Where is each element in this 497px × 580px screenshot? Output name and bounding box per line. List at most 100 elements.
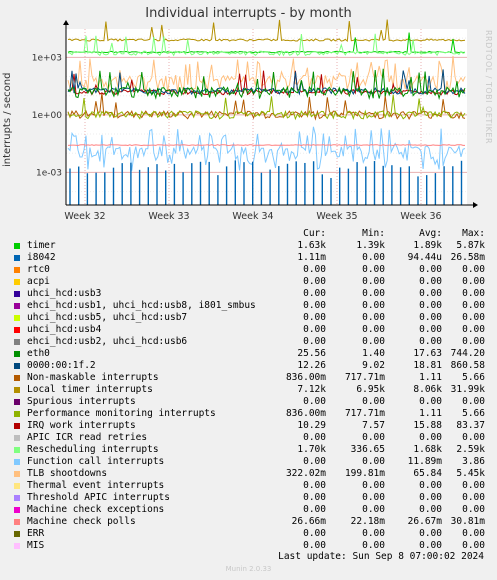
legend-min: 0.00 xyxy=(362,528,385,539)
legend-item: uhci_hcd:usb5, uhci_hcd:usb7 0.00 0.00 0.00… xyxy=(12,312,492,324)
legend-min: 0.00 xyxy=(362,504,385,515)
legend-swatch xyxy=(14,351,20,357)
legend-min: 0.00 xyxy=(362,336,385,347)
legend-cur: 0.00 xyxy=(303,276,326,287)
legend-swatch xyxy=(14,255,20,261)
legend-item: ERR 0.00 0.00 0.00 0.00 xyxy=(12,528,492,540)
legend-item: Performance monitoring interrupts 836.00m… xyxy=(12,408,492,420)
legend-min: 0.00 xyxy=(362,492,385,503)
legend-swatch xyxy=(14,291,20,297)
legend-label: timer xyxy=(27,240,56,251)
legend-item: rtc0 0.00 0.00 0.00 0.00 xyxy=(12,264,492,276)
legend-swatch xyxy=(14,435,20,441)
legend-label: ERR xyxy=(27,528,45,539)
legend-cur: 0.00 xyxy=(303,264,326,275)
legend-max: 31.99k xyxy=(450,384,485,395)
legend-min: 7.57 xyxy=(362,420,385,431)
legend-label: Function call interrupts xyxy=(27,456,165,467)
legend-cur: 1.11m xyxy=(297,252,326,263)
legend-item: 0000:00:1f.2 12.26 9.02 18.81 860.58 xyxy=(12,360,492,372)
legend-label: Rescheduling interrupts xyxy=(27,444,159,455)
legend-label: Non-maskable interrupts xyxy=(27,372,159,383)
legend-max: 0.00 xyxy=(462,324,485,335)
legend-swatch xyxy=(14,519,20,525)
legend-cur: 0.00 xyxy=(303,288,326,299)
legend-label: Threshold APIC interrupts xyxy=(27,492,170,503)
legend-swatch xyxy=(14,279,20,285)
x-axis-arrow xyxy=(473,202,478,208)
legend-swatch xyxy=(14,267,20,273)
legend-label: IRQ work interrupts xyxy=(27,420,136,431)
legend-label: i8042 xyxy=(27,252,56,263)
legend-max: 0.00 xyxy=(462,504,485,515)
legend-cur: 1.63k xyxy=(297,240,326,251)
legend-label: acpi xyxy=(27,276,50,287)
legend-max: 0.00 xyxy=(462,492,485,503)
last-update: Last update: Sun Sep 8 07:00:02 2024 xyxy=(278,551,484,562)
legend-cur: 0.00 xyxy=(303,456,326,467)
legend-max: 0.00 xyxy=(462,288,485,299)
legend-label: Performance monitoring interrupts xyxy=(27,408,216,419)
legend-item: Local timer interrupts 7.12k 6.95k 8.06k 31.… xyxy=(12,384,492,396)
x-tick-label: Week 34 xyxy=(232,211,273,222)
legend-max: 5.66 xyxy=(462,408,485,419)
legend-max: 30.81m xyxy=(450,516,485,527)
legend-cur: 0.00 xyxy=(303,492,326,503)
legend-swatch xyxy=(14,411,20,417)
legend-label: uhci_hcd:usb3 xyxy=(27,288,102,299)
legend-min: 22.18m xyxy=(350,516,385,527)
legend-max: 0.00 xyxy=(462,264,485,275)
legend-max: 0.00 xyxy=(462,528,485,539)
legend-cur: 0.00 xyxy=(303,432,326,443)
legend-max: 0.00 xyxy=(462,300,485,311)
legend-label: Spurious interrupts xyxy=(27,396,136,407)
legend-max: 0.00 xyxy=(462,336,485,347)
x-tick-label: Week 36 xyxy=(400,211,441,222)
legend-cur: 0.00 xyxy=(303,300,326,311)
legend-cur: 0.00 xyxy=(303,528,326,539)
legend-swatch xyxy=(14,315,20,321)
legend-min: 0.00 xyxy=(362,312,385,323)
legend-min: 0.00 xyxy=(362,456,385,467)
legend-min: 9.02 xyxy=(362,360,385,371)
legend-min: 0.00 xyxy=(362,252,385,263)
header-min: Min: xyxy=(362,228,385,239)
legend-swatch xyxy=(14,495,20,501)
y-tick-label: 1e-03 xyxy=(36,168,62,178)
legend-min: 1.39k xyxy=(356,240,385,251)
legend-max: 2.59k xyxy=(456,444,485,455)
x-tick-label: Week 32 xyxy=(64,211,105,222)
legend-swatch xyxy=(14,507,20,513)
legend-label: Machine check exceptions xyxy=(27,504,165,515)
legend-min: 199.81m xyxy=(344,468,385,479)
legend-cur: 10.29 xyxy=(297,420,326,431)
legend-label: Machine check polls xyxy=(27,516,136,527)
x-tick-label: Week 35 xyxy=(316,211,357,222)
legend-swatch xyxy=(14,531,20,537)
legend-item: Threshold APIC interrupts 0.00 0.00 0.00 0.0… xyxy=(12,492,492,504)
legend-min: 6.95k xyxy=(356,384,385,395)
legend-swatch xyxy=(14,471,20,477)
legend-min: 0.00 xyxy=(362,276,385,287)
legend-min: 717.71m xyxy=(344,408,385,419)
legend-cur: 7.12k xyxy=(297,384,326,395)
legend-min: 0.00 xyxy=(362,324,385,335)
legend-cur: 0.00 xyxy=(303,396,326,407)
legend-cur: 1.70k xyxy=(297,444,326,455)
legend-item: Non-maskable interrupts 836.00m 717.71m 1.1… xyxy=(12,372,492,384)
legend-label: ehci_hcd:usb1, uhci_hcd:usb8, i801_smbus xyxy=(27,300,256,311)
legend-max: 744.20 xyxy=(450,348,485,359)
legend-item: Spurious interrupts 0.00 0.00 0.00 0.00 xyxy=(12,396,492,408)
legend-min: 0.00 xyxy=(362,396,385,407)
legend-item: acpi 0.00 0.00 0.00 0.00 xyxy=(12,276,492,288)
header-max: Max: xyxy=(462,228,485,239)
y-tick-label: 1e+00 xyxy=(32,111,63,121)
legend-label: rtc0 xyxy=(27,264,50,275)
legend-cur: 0.00 xyxy=(303,312,326,323)
legend-max: 0.00 xyxy=(462,312,485,323)
legend-item: uhci_hcd:usb4 0.00 0.00 0.00 0.00 xyxy=(12,324,492,336)
legend-swatch xyxy=(14,339,20,345)
legend-label: Local timer interrupts xyxy=(27,384,153,395)
legend-swatch xyxy=(14,399,20,405)
legend-cur: 26.66m xyxy=(291,516,326,527)
